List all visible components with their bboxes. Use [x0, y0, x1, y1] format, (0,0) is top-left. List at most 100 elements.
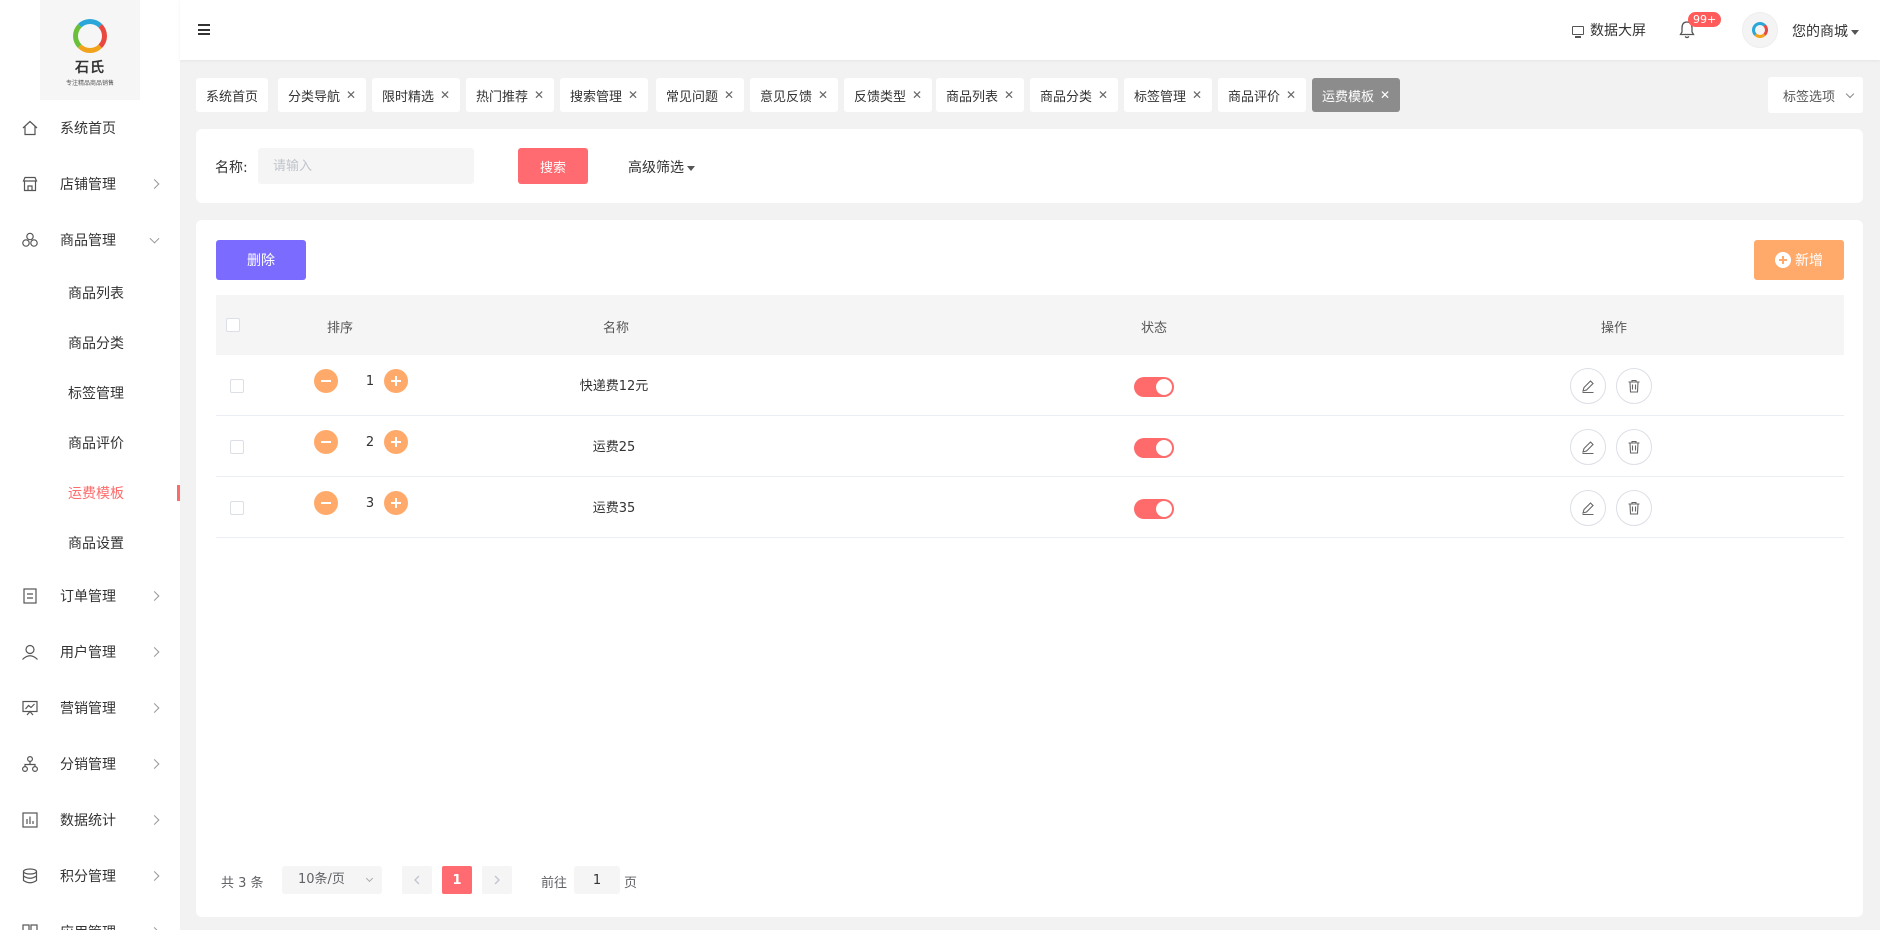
sidebar-item-app[interactable]: 应用管理: [0, 904, 180, 930]
status-toggle[interactable]: [1134, 377, 1174, 397]
shop-menu[interactable]: 您的商城: [1792, 21, 1859, 41]
close-icon[interactable]: ✕: [534, 88, 544, 102]
tab-item[interactable]: 商品评价 ✕: [1218, 78, 1307, 112]
tab-item[interactable]: 商品分类 ✕: [1030, 78, 1119, 112]
caret-down-icon: [687, 165, 695, 171]
tab-item[interactable]: 限时精选 ✕: [372, 78, 461, 112]
close-icon[interactable]: ✕: [628, 88, 638, 102]
delete-row-button[interactable]: [1616, 429, 1652, 465]
close-icon[interactable]: ✕: [912, 88, 922, 102]
sidebar-item-order[interactable]: 订单管理: [0, 568, 180, 624]
decrease-sort-button[interactable]: [314, 369, 338, 393]
shop-icon: [21, 175, 39, 193]
tab-label: 标签管理: [1134, 89, 1187, 105]
sort-value: 1: [365, 374, 375, 389]
sidebar-item-user[interactable]: 用户管理: [0, 624, 180, 680]
chevron-right-icon: [149, 591, 160, 601]
select-all-checkbox[interactable]: [226, 318, 240, 332]
close-icon[interactable]: ✕: [346, 88, 356, 102]
monitor-icon: [1572, 25, 1584, 38]
sidebar-item-label: 应用管理: [60, 922, 116, 930]
goto-page-input[interactable]: [574, 866, 620, 894]
add-button[interactable]: 新增: [1754, 240, 1844, 280]
tab-item[interactable]: 意见反馈 ✕: [750, 78, 839, 112]
tab-item[interactable]: 商品列表 ✕: [936, 78, 1025, 112]
page-size-select[interactable]: 10条/页: [282, 866, 382, 894]
close-icon[interactable]: ✕: [440, 88, 450, 102]
close-icon[interactable]: ✕: [1286, 88, 1296, 102]
tab-active[interactable]: 运费模板 ✕: [1312, 78, 1401, 112]
tab-label: 商品分类: [1040, 89, 1093, 105]
page-number-current[interactable]: 1: [442, 866, 472, 894]
tab-item[interactable]: 热门推荐 ✕: [466, 78, 555, 112]
decrease-sort-button[interactable]: [314, 491, 338, 515]
marketing-icon: [21, 699, 39, 717]
tag-options-dropdown[interactable]: 标签选项: [1768, 77, 1863, 113]
close-icon[interactable]: ✕: [724, 88, 734, 102]
search-button[interactable]: 搜索: [518, 148, 588, 184]
delete-row-button[interactable]: [1616, 490, 1652, 526]
chevron-right-icon: [149, 179, 160, 189]
sidebar-subitem[interactable]: 运费模板: [0, 468, 180, 518]
next-page-button[interactable]: [482, 866, 512, 894]
row-checkbox[interactable]: [230, 440, 244, 454]
chevron-down-icon: [1845, 89, 1855, 98]
sidebar-item-label: 店铺管理: [60, 177, 116, 193]
edit-button[interactable]: [1570, 368, 1606, 404]
advanced-filter-toggle[interactable]: 高级筛选: [628, 157, 695, 177]
sidebar-item-stats[interactable]: 数据统计: [0, 792, 180, 848]
shipping-template-table: 排序 名称 状态 操作 1 快递费12元 2 运费25 3 运费35: [216, 295, 1844, 538]
chevron-right-icon: [149, 703, 160, 713]
tab-item[interactable]: 标签管理 ✕: [1124, 78, 1213, 112]
close-icon[interactable]: ✕: [1004, 88, 1014, 102]
sidebar: 石氏 专注精品商品销售 系统首页店铺管理商品管理 商品列表 商品分类标签管理商品评价…: [0, 0, 180, 930]
close-icon[interactable]: ✕: [1098, 88, 1108, 102]
sidebar-subitem[interactable]: 商品分类: [0, 318, 180, 368]
tab-item[interactable]: 搜索管理 ✕: [560, 78, 649, 112]
data-screen-link[interactable]: 数据大屏: [1572, 20, 1646, 40]
sidebar-subitem[interactable]: 标签管理: [0, 368, 180, 418]
app-icon: [21, 923, 39, 930]
close-icon[interactable]: ✕: [1380, 88, 1390, 102]
sidebar-subitem[interactable]: 商品设置: [0, 518, 180, 568]
sidebar-item-shop[interactable]: 店铺管理: [0, 156, 180, 212]
brand-logo[interactable]: 石氏 专注精品商品销售: [40, 0, 140, 100]
goto-label: 前往: [541, 876, 568, 891]
sidebar-item-points[interactable]: 积分管理: [0, 848, 180, 904]
delete-row-button[interactable]: [1616, 368, 1652, 404]
sidebar-item-home[interactable]: 系统首页: [0, 100, 180, 156]
prev-page-button[interactable]: [402, 866, 432, 894]
status-toggle[interactable]: [1134, 499, 1174, 519]
sidebar-item-goods[interactable]: 商品管理: [0, 212, 180, 268]
increase-sort-button[interactable]: [384, 369, 408, 393]
menu-toggle-icon[interactable]: [198, 24, 210, 35]
edit-button[interactable]: [1570, 429, 1606, 465]
tab-item[interactable]: 反馈类型 ✕: [844, 78, 933, 112]
avatar[interactable]: [1742, 12, 1778, 48]
search-panel: 名称: 搜索 高级筛选: [196, 129, 1863, 203]
sidebar-item-marketing[interactable]: 营销管理: [0, 680, 180, 736]
name-search-input[interactable]: [258, 148, 474, 184]
increase-sort-button[interactable]: [384, 430, 408, 454]
edit-button[interactable]: [1570, 490, 1606, 526]
tab-label: 搜索管理: [570, 89, 623, 105]
tab-item[interactable]: 常见问题 ✕: [656, 78, 745, 112]
row-checkbox[interactable]: [230, 379, 244, 393]
tab-item[interactable]: 系统首页: [196, 78, 269, 112]
close-icon[interactable]: ✕: [818, 88, 828, 102]
sidebar-item-distribution[interactable]: 分销管理: [0, 736, 180, 792]
caret-down-icon: [1851, 29, 1859, 35]
status-toggle[interactable]: [1134, 438, 1174, 458]
close-icon[interactable]: ✕: [1192, 88, 1202, 102]
data-screen-label: 数据大屏: [1590, 23, 1646, 39]
sort-value: 2: [365, 435, 375, 450]
row-checkbox[interactable]: [230, 501, 244, 515]
decrease-sort-button[interactable]: [314, 430, 338, 454]
page-suffix: 页: [624, 876, 638, 891]
sidebar-subitem-label: 标签管理: [68, 386, 124, 402]
increase-sort-button[interactable]: [384, 491, 408, 515]
sidebar-subitem[interactable]: 商品评价: [0, 418, 180, 468]
tab-item[interactable]: 分类导航 ✕: [278, 78, 367, 112]
delete-button[interactable]: 删除: [216, 240, 306, 280]
sidebar-subitem[interactable]: 商品列表: [0, 268, 180, 318]
